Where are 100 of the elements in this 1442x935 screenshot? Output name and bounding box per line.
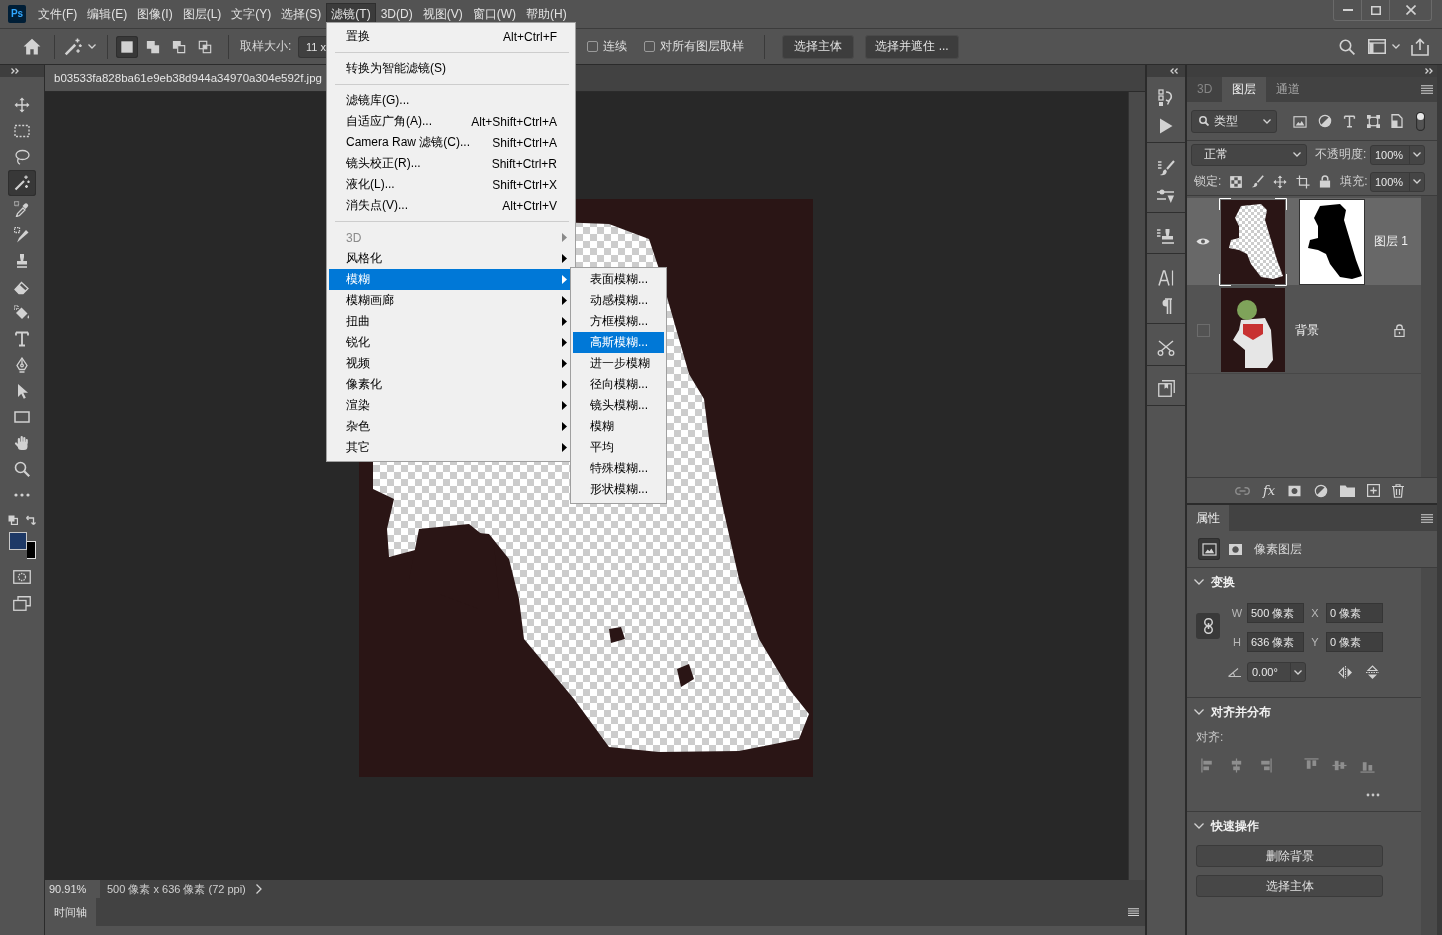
share-icon[interactable] <box>1411 37 1429 56</box>
quick-action-button[interactable]: 选择主体 <box>1196 875 1383 897</box>
menu-item[interactable]: 消失点(V)... Alt+Ctrl+V <box>329 195 573 216</box>
panel-tab[interactable]: 属性 <box>1187 505 1229 531</box>
overlapping-windows-icon[interactable] <box>13 596 31 611</box>
menu-item[interactable]: 文字(Y) <box>226 3 277 25</box>
chevron-down-icon[interactable] <box>1194 709 1204 715</box>
document-tab[interactable]: b03533fa828ba61e9eb38d944a34970a304e592f.jpg <box>45 65 326 91</box>
menu-item[interactable]: 转换为智能滤镜(S) <box>329 58 573 79</box>
menu-item[interactable]: 方框模糊... <box>573 311 664 332</box>
scrollbar-track[interactable] <box>1421 568 1437 935</box>
toggle-switch[interactable] <box>1416 111 1425 131</box>
search-icon[interactable] <box>1339 38 1355 55</box>
layer-row[interactable]: 图层 1 <box>1187 198 1421 285</box>
menu-item[interactable]: 液化(L)... Shift+Ctrl+X <box>329 174 573 195</box>
link-button[interactable] <box>1196 613 1220 639</box>
checkerboard-icon[interactable] <box>1230 175 1243 188</box>
document-icon[interactable] <box>1391 114 1403 128</box>
chevron-down-icon[interactable] <box>1194 579 1204 585</box>
flip-vertical-icon[interactable] <box>1366 664 1379 680</box>
zoom-field[interactable]: 90.91% <box>45 880 100 898</box>
foreground-swatch-icon[interactable] <box>8 532 27 550</box>
menu-item[interactable]: 编辑(E) <box>82 3 133 25</box>
plus-square-icon[interactable] <box>1367 484 1381 497</box>
section-title[interactable]: 快速操作 <box>1211 817 1259 835</box>
bounding-box-icon[interactable] <box>1367 114 1380 128</box>
brush-icon[interactable] <box>1251 175 1265 188</box>
input-field[interactable]: 0 像素 <box>1326 632 1383 652</box>
menu-item[interactable]: 高斯模糊... <box>573 332 664 353</box>
fill-field[interactable]: 100% <box>1370 171 1425 192</box>
eye-icon[interactable] <box>1196 237 1210 246</box>
tool-button[interactable] <box>8 170 36 196</box>
menu-item[interactable]: 渲染 <box>329 395 573 416</box>
minimize-button[interactable] <box>1333 0 1362 21</box>
effects-button[interactable]: fx <box>1263 483 1276 498</box>
option-button[interactable]: 选择主体 <box>782 34 854 59</box>
section-title[interactable]: 对齐并分布 <box>1211 703 1271 721</box>
quick-action-button[interactable]: 删除背景 <box>1196 845 1383 867</box>
menu-item[interactable]: 杂色 <box>329 416 573 437</box>
default-colors-icon[interactable] <box>8 515 18 525</box>
menu-item[interactable]: 进一步模糊 <box>573 353 664 374</box>
filter-dropdown[interactable]: 类型 <box>1191 109 1277 133</box>
chevron-right-icon[interactable] <box>255 884 262 894</box>
character-icon[interactable] <box>1158 270 1174 286</box>
sliders-icon[interactable] <box>1157 188 1175 204</box>
section-title[interactable]: 变换 <box>1211 573 1235 591</box>
flip-horizontal-icon[interactable] <box>1338 665 1353 679</box>
opacity-field[interactable]: 100% <box>1370 144 1425 165</box>
menu-icon[interactable] <box>1128 908 1139 916</box>
menu-item[interactable]: 径向模糊... <box>573 374 664 395</box>
menu-item[interactable]: 平均 <box>573 437 664 458</box>
menu-item[interactable]: 选择(S) <box>276 3 327 25</box>
scrollbar-track[interactable] <box>1421 196 1437 477</box>
stamp-list-icon[interactable] <box>1157 227 1175 245</box>
panel-tab[interactable]: 时间轴 <box>45 898 96 926</box>
menu-item[interactable]: 模糊画廊 <box>329 290 573 311</box>
menu-item[interactable]: 3D(D) <box>375 3 418 25</box>
lock-icon[interactable] <box>1394 323 1405 337</box>
menu-item[interactable]: 其它 <box>329 437 573 458</box>
caret-icon[interactable] <box>1392 44 1400 49</box>
sample-size-dropdown[interactable]: 11 x <box>298 35 326 58</box>
menu-item[interactable]: 滤镜库(G)... <box>329 90 573 111</box>
input-field[interactable]: 0 像素 <box>1326 603 1383 623</box>
chevron-down-icon[interactable] <box>1194 823 1204 829</box>
menu-item[interactable]: 模糊 <box>329 269 573 290</box>
input-field[interactable]: 500 像素 <box>1247 603 1304 623</box>
move-icon[interactable] <box>1273 174 1288 189</box>
blend-mode-dropdown[interactable]: 正常 <box>1191 143 1307 166</box>
scrollbar-track[interactable] <box>1128 92 1145 880</box>
menu-item[interactable]: 像素化 <box>329 374 573 395</box>
crop-icon[interactable] <box>1296 174 1311 189</box>
text-icon[interactable] <box>1343 114 1356 128</box>
menu-item[interactable]: 文件(F) <box>33 3 83 25</box>
menu-item[interactable]: 表面模糊... <box>573 269 664 290</box>
selection-mode-button[interactable] <box>116 35 138 58</box>
menu-item[interactable]: 模糊 <box>573 416 664 437</box>
folder-icon[interactable] <box>1340 484 1356 497</box>
menu-icon[interactable] <box>1421 513 1433 523</box>
image-icon[interactable] <box>1293 114 1307 128</box>
home-icon[interactable] <box>23 38 41 55</box>
double-chevron-right-icon[interactable] <box>1425 68 1433 74</box>
brush-list-icon[interactable] <box>1157 160 1175 176</box>
magic-wand-icon[interactable] <box>64 37 82 56</box>
menu-item[interactable]: Camera Raw 滤镜(C)... Shift+Ctrl+A <box>329 132 573 153</box>
menu-item[interactable]: 锐化 <box>329 332 573 353</box>
menu-item[interactable]: 风格化 <box>329 248 573 269</box>
play-icon[interactable] <box>1159 118 1173 134</box>
mask-icon[interactable] <box>1287 484 1303 497</box>
half-circle-icon[interactable] <box>1318 114 1332 128</box>
lock-icon[interactable] <box>1319 175 1332 188</box>
close-button[interactable] <box>1389 0 1432 21</box>
menu-item[interactable]: 视图(V) <box>417 3 468 25</box>
menu-item[interactable]: 镜头校正(R)... Shift+Ctrl+R <box>329 153 573 174</box>
panel-tab[interactable]: 图层 <box>1222 77 1267 102</box>
menu-icon[interactable] <box>1421 85 1433 94</box>
menu-item[interactable]: 动感模糊... <box>573 290 664 311</box>
panel-tab[interactable]: 通道 <box>1266 77 1311 102</box>
layer-row[interactable]: 背景 <box>1187 287 1421 374</box>
quick-mask-icon[interactable] <box>13 570 31 584</box>
menu-item[interactable]: 形状模糊... <box>573 479 664 500</box>
